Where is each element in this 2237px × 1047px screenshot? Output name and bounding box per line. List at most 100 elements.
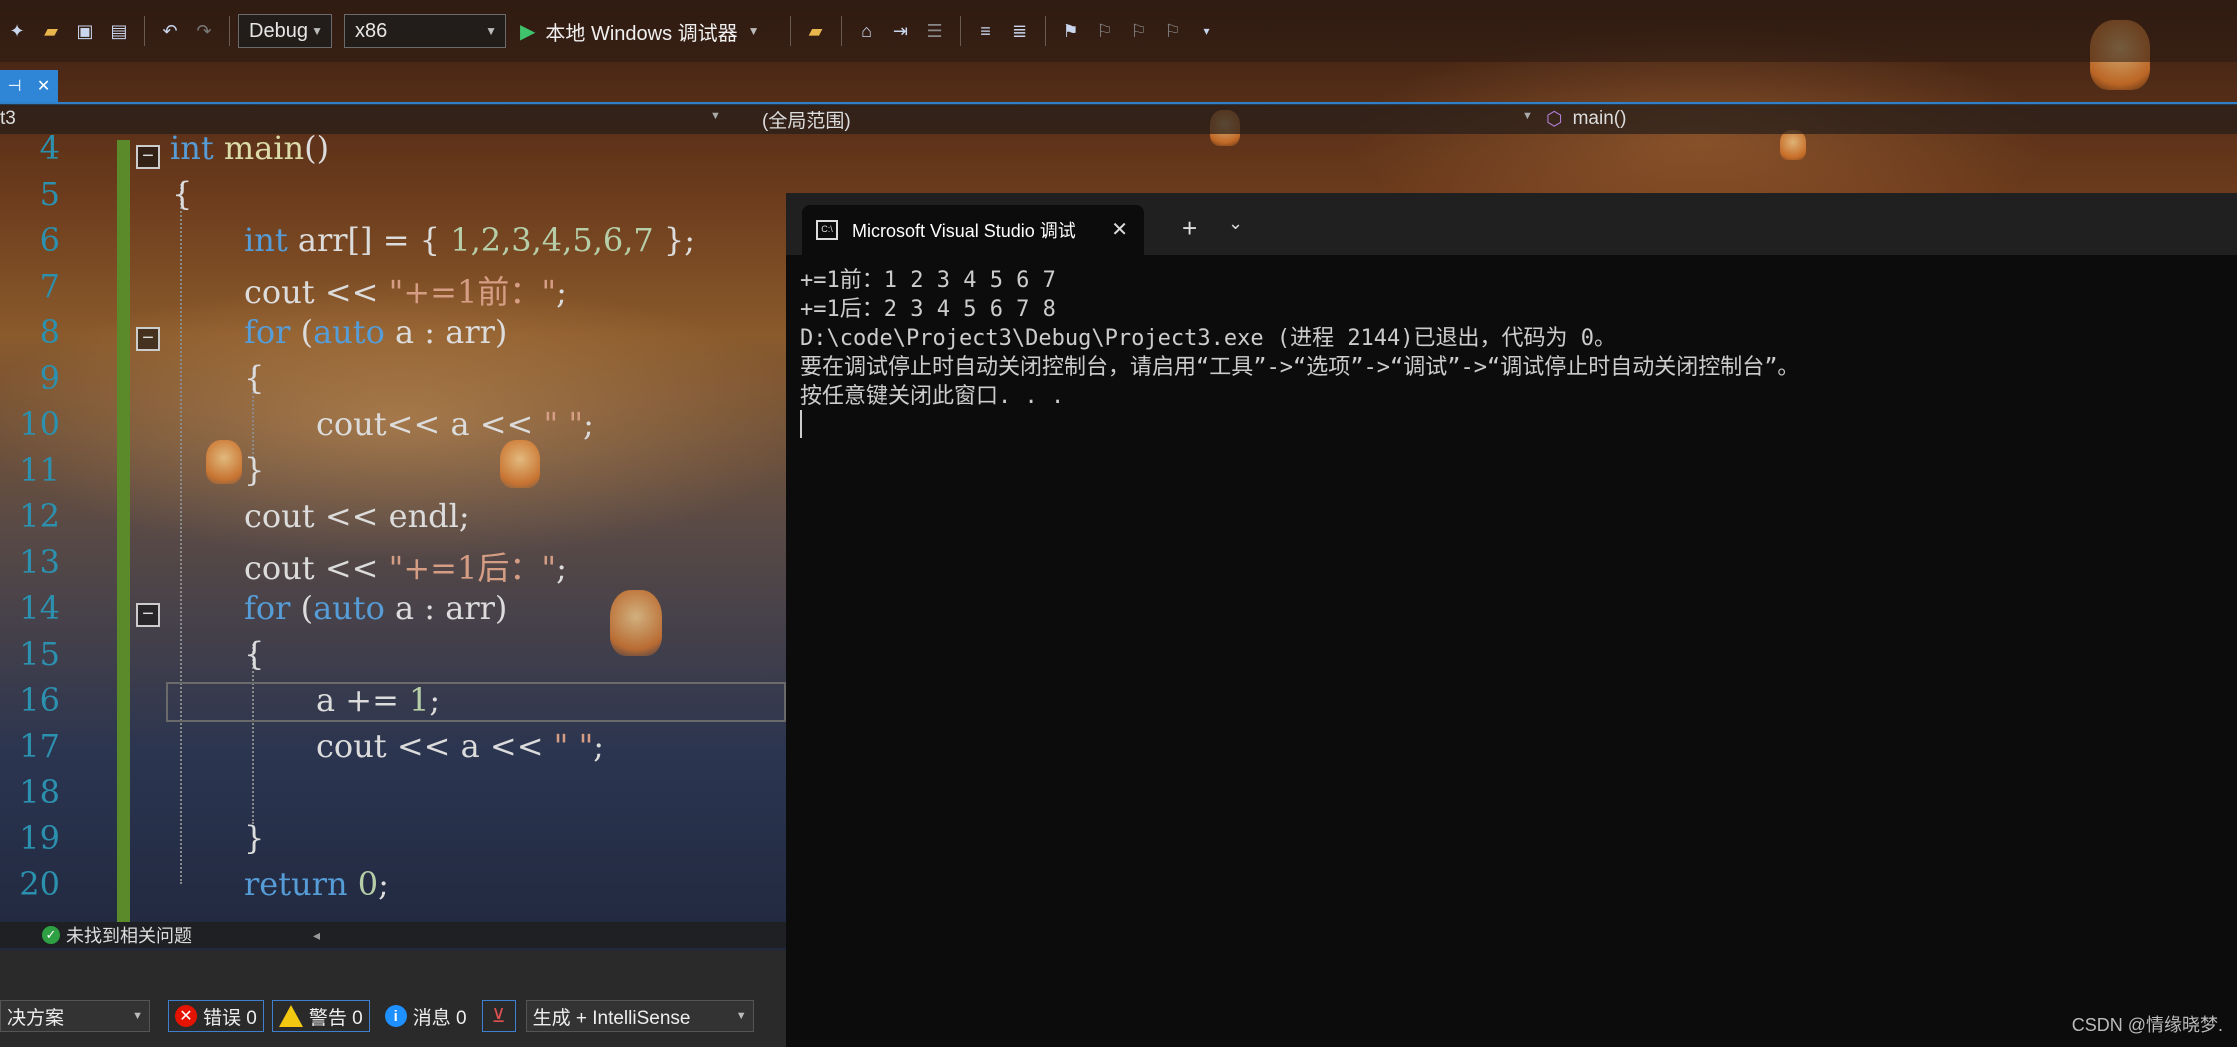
pin-icon[interactable]: ⊣	[8, 76, 22, 96]
console-line: +=1前：1 2 3 4 5 6 7	[800, 268, 1056, 293]
scope-filter-dropdown[interactable]: 决方案 ▼	[0, 1000, 150, 1032]
code-line: cout<< a << " ";	[316, 405, 594, 443]
save-icon[interactable]: ▣	[72, 18, 98, 44]
issues-status[interactable]: 未找到相关问题	[66, 922, 192, 948]
error-icon: ✕	[175, 1005, 197, 1027]
close-icon[interactable]: ✕	[1111, 217, 1128, 242]
watermark: CSDN @情缘晓梦.	[2071, 1015, 2223, 1035]
navigation-bar: t3 ▼ (全局范围) ▼ ⬡ main()	[0, 104, 2237, 134]
uncomment-icon[interactable]: ≣	[1007, 18, 1033, 44]
redo-icon[interactable]: ↷	[191, 18, 217, 44]
chevron-down-icon: ▼	[710, 110, 721, 122]
toolbar-overflow-icon[interactable]: ▾	[1194, 18, 1220, 44]
collapse-toggle[interactable]: −	[136, 145, 160, 169]
chevron-down-icon[interactable]: ⌄	[1228, 213, 1243, 234]
indent-guide	[180, 184, 182, 884]
code-line: cout << endl;	[244, 497, 470, 535]
line-number: 19	[19, 819, 60, 857]
code-line: cout << "+=1前：";	[244, 273, 567, 311]
find-in-files-icon[interactable]: ▰	[803, 18, 829, 44]
build-source-dropdown[interactable]: 生成 + IntelliSense ▼	[525, 1000, 754, 1032]
messages-count: 消息 0	[412, 1007, 467, 1029]
next-bookmark-icon[interactable]: ⚐	[1126, 18, 1152, 44]
line-number: 4	[39, 134, 60, 167]
console-line: D:\code\Project3\Debug\Project3.exe (进程 …	[800, 326, 1617, 351]
messages-filter-button[interactable]: i 消息 0	[378, 1000, 474, 1032]
active-document-tab[interactable]: ⊣ ✕	[0, 70, 58, 102]
undo-icon[interactable]: ↶	[157, 18, 183, 44]
line-number: 6	[39, 221, 60, 259]
solution-platform-dropdown[interactable]: x86 ▼	[344, 14, 506, 48]
home-icon[interactable]: ⌂	[854, 18, 880, 44]
line-number: 14	[19, 589, 60, 627]
chevron-down-icon: ▼	[485, 24, 497, 38]
warning-icon	[278, 1005, 303, 1027]
code-line: cout << a << " ";	[316, 727, 605, 765]
code-line: a += 1;	[316, 681, 441, 719]
project-dropdown[interactable]: t3	[0, 106, 720, 132]
line-number: 7	[39, 267, 60, 305]
warnings-count: 警告 0	[308, 1007, 363, 1029]
project-name: t3	[0, 108, 16, 129]
document-tab-strip: ⊣ ✕	[0, 70, 2237, 105]
line-number: 9	[39, 359, 60, 397]
start-debugging-button[interactable]: ▶ 本地 Windows 调试器 ▼	[520, 17, 760, 46]
console-line: 要在调试停止时自动关闭控制台，请启用“工具”->“选项”->“调试”->“调试停…	[800, 355, 1800, 380]
configuration-value: Debug	[249, 19, 308, 42]
errors-count: 错误 0	[203, 1007, 257, 1029]
new-project-icon[interactable]: ✦	[4, 18, 30, 44]
step-icon[interactable]: ⇥	[888, 18, 914, 44]
play-icon: ▶	[520, 20, 536, 43]
line-number: 12	[19, 497, 60, 535]
text-cursor	[800, 410, 802, 438]
line-number: 17	[19, 727, 60, 765]
member-dropdown[interactable]: ⬡ main()	[1546, 106, 2226, 132]
error-list-toolbar: 决方案 ▼ ✕ 错误 0 警告 0 i 消息 0 ⊻ 生成 + IntelliS…	[0, 994, 786, 1038]
main-toolbar: ✦ ▰ ▣ ▤ ↶ ↷ Debug ▼ x86 ▼ ▶ 本地 Windows 调…	[0, 0, 2237, 62]
line-number: 20	[19, 865, 60, 903]
current-line-highlight	[166, 682, 786, 722]
change-tracking-bar	[117, 140, 130, 922]
comment-icon[interactable]: ≡	[973, 18, 999, 44]
line-number: 15	[19, 635, 60, 673]
console-tab[interactable]: C:\ Microsoft Visual Studio 调试 ✕	[802, 205, 1144, 255]
open-folder-icon[interactable]: ▰	[38, 18, 64, 44]
close-icon[interactable]: ✕	[37, 76, 50, 96]
build-source-value: 生成 + IntelliSense	[532, 1007, 691, 1029]
warnings-filter-button[interactable]: 警告 0	[271, 1000, 370, 1032]
chevron-down-icon: ▼	[311, 24, 323, 38]
solution-configuration-dropdown[interactable]: Debug ▼	[238, 14, 332, 48]
collapse-toggle[interactable]: −	[136, 327, 160, 351]
line-number: 10	[19, 405, 60, 443]
chevron-down-icon: ▼	[1522, 110, 1533, 122]
bookmark-icon[interactable]: ⚑	[1058, 18, 1084, 44]
chevron-down-icon[interactable]: ▼	[748, 24, 760, 38]
code-line: for (auto a : arr)	[244, 589, 508, 627]
code-line: int main()	[170, 134, 330, 167]
cube-icon: ⬡	[1546, 108, 1563, 130]
new-tab-icon[interactable]: +	[1182, 213, 1197, 244]
errors-filter-button[interactable]: ✕ 错误 0	[168, 1000, 264, 1032]
indent-icon[interactable]: ☰	[922, 18, 948, 44]
filter-toggle-button[interactable]: ⊻	[481, 1000, 516, 1032]
scroll-left-icon[interactable]: ◂	[313, 927, 320, 944]
line-number: 13	[19, 543, 60, 581]
toolbar-separator	[229, 16, 230, 46]
run-label: 本地 Windows 调试器	[545, 22, 738, 45]
console-output: +=1前：1 2 3 4 5 6 7 +=1后：2 3 4 5 6 7 8 D:\c…	[800, 266, 1799, 411]
save-all-icon[interactable]: ▤	[106, 18, 132, 44]
platform-value: x86	[355, 19, 388, 42]
issues-indicator-bar: ✓ 未找到相关问题 ◂	[0, 922, 786, 948]
filter-icon: ⊻	[491, 1005, 506, 1027]
clear-bookmarks-icon[interactable]: ⚐	[1160, 18, 1186, 44]
scope-filter-value: 决方案	[7, 1007, 65, 1029]
toolbar-separator	[959, 16, 961, 46]
code-line: }	[244, 451, 265, 489]
scope-dropdown[interactable]: (全局范围)	[762, 106, 1532, 132]
code-line: {	[244, 635, 265, 673]
prev-bookmark-icon[interactable]: ⚐	[1092, 18, 1118, 44]
collapse-toggle[interactable]: −	[136, 603, 160, 627]
code-editor[interactable]: 4 5 6 7 8 9 10 11 12 13 14 15 16 17 18 1…	[0, 134, 786, 924]
toolbar-separator	[789, 16, 791, 46]
code-line: }	[244, 819, 265, 857]
